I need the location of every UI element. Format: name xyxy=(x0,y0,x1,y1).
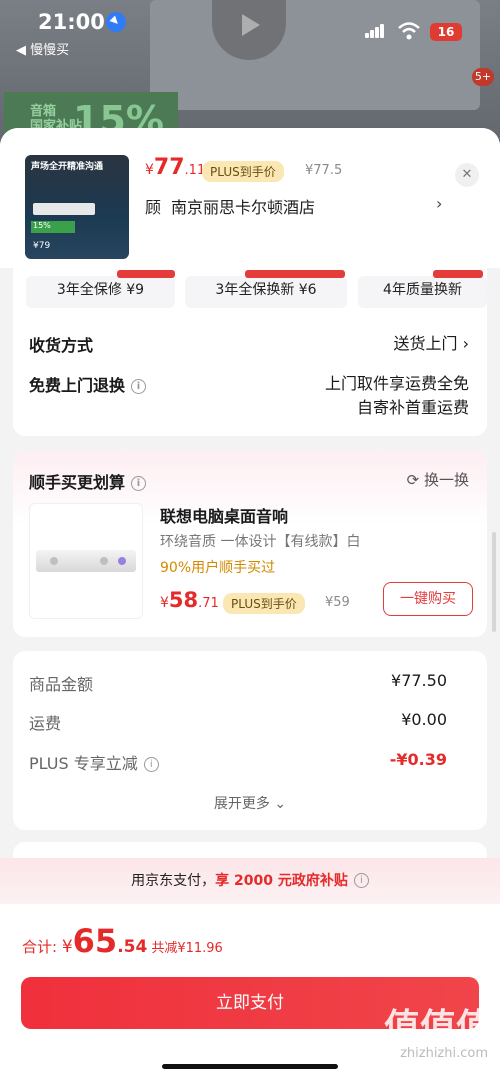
thumbnail-price: ¥79 xyxy=(33,241,51,251)
chip-ribbon xyxy=(117,270,175,278)
address-recipient: 顾 xyxy=(145,198,162,217)
subsidy-prefix: 用京东支付， xyxy=(131,873,216,889)
total-integer: 65 xyxy=(72,922,118,960)
recommend-title: 顺手买更划算 i xyxy=(29,469,147,493)
product-thumbnail[interactable]: 声场全开精准沟通 15% ¥79 xyxy=(25,155,129,259)
info-icon[interactable]: i xyxy=(143,757,159,772)
addon-popularity: 90%用户顺手买过 xyxy=(160,560,276,576)
address-text: 南京丽思卡尔顿酒店 xyxy=(171,198,316,217)
total-savings: 共减¥11.96 xyxy=(151,941,223,956)
chip-label: 3年全保换新 ¥6 xyxy=(215,282,317,298)
info-icon[interactable]: i xyxy=(353,873,369,888)
chip-ribbon xyxy=(433,270,483,278)
count-badge: 5+ xyxy=(472,68,494,86)
sheet-header: 声场全开精准沟通 15% ¥79 ¥77.11 PLUS到手价 ¥77.5 ✕ … xyxy=(0,128,500,268)
scrollbar[interactable] xyxy=(492,532,496,632)
service-chip-3yr-warranty[interactable]: 3年全保修 ¥9 xyxy=(26,270,175,308)
plus-price: ¥77.11 xyxy=(145,155,205,180)
address-selector[interactable]: 顾南京丽思卡尔顿酒店 xyxy=(145,194,315,218)
wifi-icon xyxy=(398,22,420,40)
info-icon[interactable]: i xyxy=(131,476,147,491)
amount-value: -¥0.39 xyxy=(389,750,447,769)
addon-original-price: ¥59 xyxy=(325,595,350,610)
total-symbol: ¥ xyxy=(61,937,73,957)
free-return-text: 免费上门退换 xyxy=(29,376,126,395)
order-total: 合计: ¥65.54 共减¥11.96 xyxy=(22,922,223,960)
status-time: 21:00 xyxy=(38,10,105,34)
battery-indicator: 16 xyxy=(430,23,462,41)
chip-label: 4年质量换新 xyxy=(383,282,462,298)
addon-price: ¥58.71 xyxy=(160,588,219,612)
plus-discount-text: PLUS 专享立减 xyxy=(29,754,138,773)
subsidy-highlight: 享 2000 元政府补贴 xyxy=(215,873,348,889)
checkout-bar: 合计: ¥65.54 共减¥11.96 立即支付 值值值 zhizhizhi.co… xyxy=(0,904,500,1081)
close-icon[interactable]: ✕ xyxy=(455,163,479,187)
status-bar: 21:00 ◀ 慢慢买 16 xyxy=(0,0,500,60)
addon-product-name[interactable]: 联想电脑桌面音响 xyxy=(160,503,288,527)
free-return-row[interactable]: 免费上门退换 i 上门取件享运费全免 自寄补首重运费 xyxy=(29,372,469,424)
return-line-2: 自寄补首重运费 xyxy=(356,398,469,417)
add-on-recommendation-card: 顺手买更划算 i ⟳ 换一换 联想电脑桌面音响 环绕音质 一体设计【有线款】白 9… xyxy=(13,451,487,637)
watermark-logo: 值值值 xyxy=(383,1007,492,1048)
subsidy-banner[interactable]: 用京东支付，享 2000 元政府补贴 i xyxy=(0,858,500,904)
price-symbol: ¥ xyxy=(145,162,154,178)
thumbnail-subsidy: 15% xyxy=(31,221,75,233)
price-integer: 58 xyxy=(168,588,199,612)
delivery-method-label: 收货方式 xyxy=(29,336,94,355)
original-price: ¥77.5 xyxy=(305,163,343,178)
amount-label: 商品金额 xyxy=(29,675,94,694)
recommend-title-text: 顺手买更划算 xyxy=(29,473,126,492)
speaker-bar-image xyxy=(33,203,95,215)
location-icon xyxy=(106,12,126,32)
thumbnail-title: 声场全开精准沟通 xyxy=(31,162,104,172)
amount-value: ¥77.50 xyxy=(391,671,447,690)
expand-more-button[interactable]: 展开更多 ⌄ xyxy=(13,793,487,813)
one-click-buy-button[interactable]: 一键购买 xyxy=(383,582,473,616)
amount-summary-card: 商品金额 ¥77.50 运费 ¥0.00 PLUS 专享立减 i -¥0.39 展… xyxy=(13,651,487,830)
cellular-signal-icon xyxy=(365,24,385,38)
addon-product-image[interactable] xyxy=(29,503,143,619)
info-icon[interactable]: i xyxy=(131,379,147,394)
addon-plus-tag: PLUS到手价 xyxy=(223,593,305,614)
free-return-label: 免费上门退换 i xyxy=(29,372,147,396)
chip-ribbon xyxy=(245,270,345,278)
price-integer: 77 xyxy=(153,155,185,180)
amount-value: ¥0.00 xyxy=(401,710,447,729)
speaker-bar-image xyxy=(36,550,136,572)
addon-product-desc: 环绕音质 一体设计【有线款】白 xyxy=(160,534,361,550)
chip-label: 3年全保修 ¥9 xyxy=(56,282,145,298)
free-return-value: 上门取件享运费全免 自寄补首重运费 xyxy=(325,372,469,420)
price-symbol: ¥ xyxy=(160,595,169,611)
total-label: 合计: xyxy=(22,938,62,956)
refresh-icon: ⟳ xyxy=(406,471,424,489)
plus-price-tag: PLUS到手价 xyxy=(202,161,284,182)
swap-button[interactable]: ⟳ 换一换 xyxy=(407,469,469,490)
total-decimal: .54 xyxy=(117,937,148,957)
home-indicator[interactable] xyxy=(162,1064,338,1069)
watermark-url: zhizhizhi.com xyxy=(400,1046,488,1061)
checkout-sheet: 声场全开精准沟通 15% ¥79 ¥77.11 PLUS到手价 ¥77.5 ✕ … xyxy=(0,128,500,1081)
service-chip-3yr-replace[interactable]: 3年全保换新 ¥6 xyxy=(185,270,347,308)
back-to-app-link[interactable]: ◀ 慢慢买 xyxy=(16,39,69,58)
chevron-right-icon[interactable]: › xyxy=(436,194,442,213)
delivery-method-value: 送货上门 › xyxy=(393,334,470,353)
amount-label: 运费 xyxy=(29,714,62,733)
price-decimal: .71 xyxy=(198,596,219,611)
amount-label: PLUS 专享立减 i xyxy=(29,750,159,774)
swap-label: 换一换 xyxy=(423,471,469,489)
service-chip-4yr-quality[interactable]: 4年质量换新 xyxy=(358,270,487,308)
service-card: 3年全保修 ¥9 3年全保换新 ¥6 4年质量换新 收货方式 送货上门 › 免费… xyxy=(13,268,487,436)
delivery-method-row[interactable]: 收货方式 送货上门 › xyxy=(29,332,469,358)
return-line-1: 上门取件享运费全免 xyxy=(324,374,469,393)
